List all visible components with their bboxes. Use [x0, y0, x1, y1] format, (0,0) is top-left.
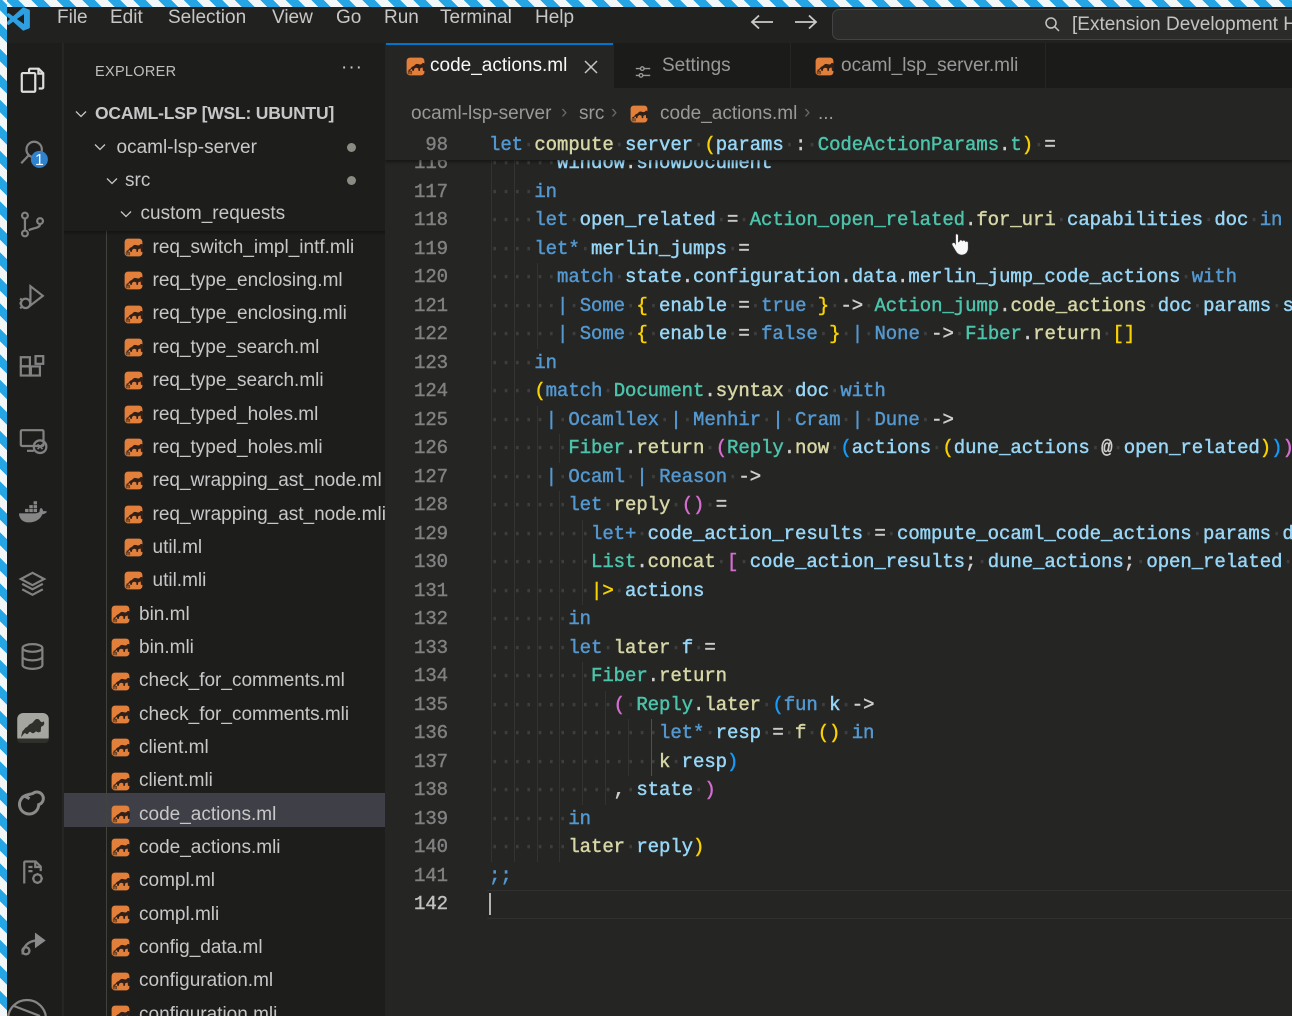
svg-text:1: 1	[35, 152, 44, 169]
